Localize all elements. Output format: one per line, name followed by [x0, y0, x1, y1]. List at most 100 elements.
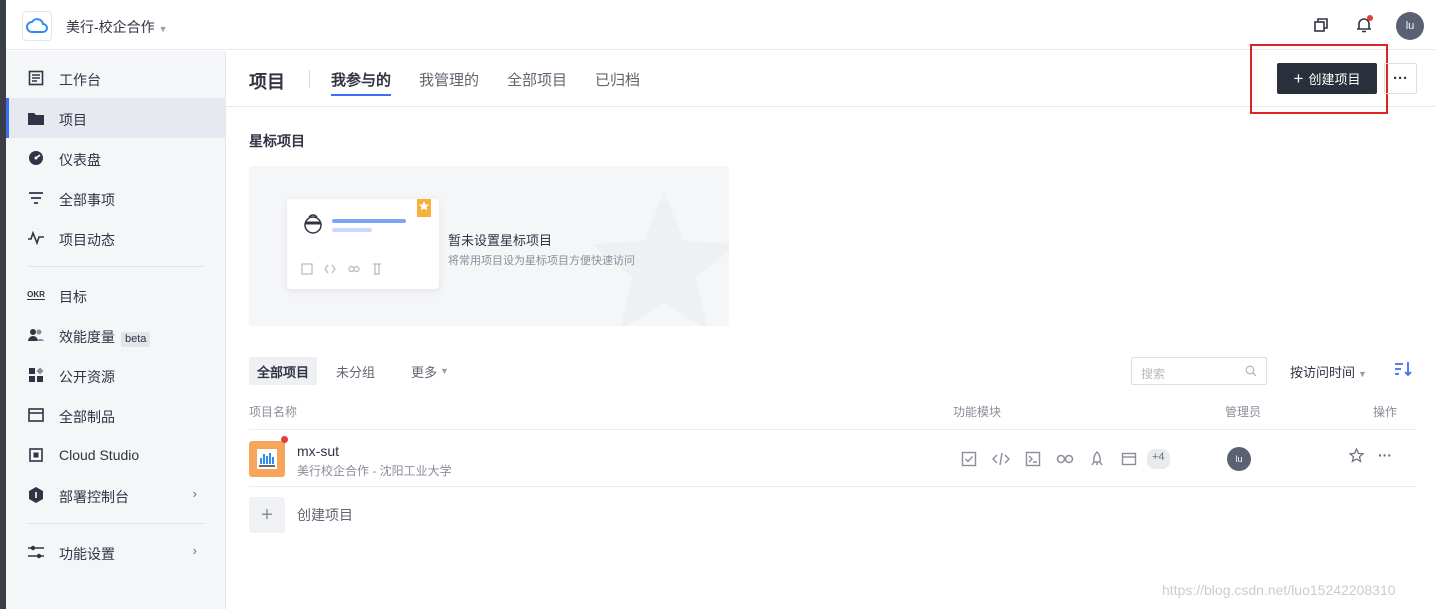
filter-tab-more-label: 更多 [411, 364, 438, 380]
sidebar-item-workbench[interactable]: 工作台 [6, 58, 225, 98]
copy-icon[interactable] [1311, 15, 1331, 35]
settings-icon [28, 544, 44, 560]
sidebar-item-label: 工作台 [59, 72, 101, 88]
star-icon[interactable] [1348, 447, 1365, 466]
sidebar-item-label: Cloud Studio [59, 447, 140, 463]
search-input[interactable]: 搜索 [1131, 357, 1267, 385]
tab-archived[interactable]: 已归档 [595, 69, 640, 90]
sidebar-item-okr[interactable]: OKR 目标 [6, 275, 225, 315]
sidebar-item-artifacts[interactable]: 全部制品 [6, 395, 225, 435]
sidebar-item-label: 全部制品 [59, 409, 115, 425]
okr-icon: OKR [26, 287, 46, 303]
star-badge-icon [417, 199, 431, 217]
row-actions: ··· [1348, 447, 1392, 466]
dashboard-icon [28, 70, 44, 86]
plus-icon: + [1293, 69, 1304, 88]
team-switcher[interactable]: 美行-校企合作 ▼ [66, 17, 168, 37]
column-header-actions: 操作 [1373, 405, 1398, 419]
sidebar-item-label: 目标 [59, 289, 87, 305]
sidebar-item-projects[interactable]: 项目 [6, 98, 225, 138]
create-project-button[interactable]: + 创建项目 [1277, 63, 1377, 94]
sort-order-icon[interactable] [1394, 361, 1412, 377]
starred-empty-subtitle: 将常用项目设为星标项目方便快速访问 [448, 255, 635, 267]
table-row[interactable]: mx-sut 美行校企合作 - 沈阳工业大学 +4 lu ··· [249, 429, 1416, 487]
bell-icon[interactable] [1354, 15, 1374, 35]
chevron-down-icon: ▼ [1358, 369, 1367, 379]
filter-icon [28, 190, 44, 206]
sidebar-item-label: 公开资源 [59, 369, 115, 385]
gauge-icon [28, 150, 44, 166]
starred-empty-title: 暂未设置星标项目 [448, 233, 553, 248]
filter-tab-all[interactable]: 全部项目 [249, 357, 318, 385]
plus-icon: + [249, 497, 285, 533]
watermark-text: https://blog.csdn.net/luo15242208310 [1162, 582, 1396, 598]
infinity-icon[interactable] [1049, 449, 1081, 469]
sidebar-divider [28, 523, 204, 524]
search-placeholder: 搜索 [1141, 367, 1166, 381]
sidebar-item-all-issues[interactable]: 全部事项 [6, 178, 225, 218]
header-divider [309, 70, 310, 88]
package-icon [28, 407, 44, 423]
tab-all-projects[interactable]: 全部项目 [507, 69, 567, 90]
tab-managed[interactable]: 我管理的 [419, 69, 479, 90]
sidebar-item-settings[interactable]: 功能设置 › [6, 532, 225, 572]
more-modules-badge[interactable]: +4 [1147, 449, 1170, 469]
app-logo-icon[interactable] [22, 11, 52, 41]
sort-dropdown[interactable]: 按访问时间 ▼ [1290, 362, 1367, 381]
project-status-dot [281, 436, 288, 443]
chevron-down-icon: ▼ [158, 24, 168, 34]
create-project-label: 创建项目 [297, 507, 353, 523]
column-header-name: 项目名称 [249, 405, 298, 419]
folder-icon [28, 110, 44, 126]
page-header: 项目 我参与的 我管理的 全部项目 已归档 + 创建项目 ··· [226, 44, 1436, 114]
create-project-button-label: 创建项目 [1308, 72, 1361, 87]
search-icon [1245, 365, 1257, 377]
user-avatar[interactable]: lu [1396, 12, 1424, 40]
sidebar-item-label: 项目 [59, 112, 87, 128]
checklist-icon[interactable] [953, 449, 985, 469]
okr-icon-text: OKR [27, 290, 45, 300]
starred-empty-state: 暂未设置星标项目 将常用项目设为星标项目方便快速访问 [249, 166, 729, 326]
more-horizontal-icon[interactable]: ··· [1378, 448, 1392, 466]
sidebar-item-project-activity[interactable]: 项目动态 [6, 218, 225, 258]
more-options-button[interactable]: ··· [1384, 63, 1417, 94]
users-icon [28, 327, 44, 343]
sidebar-item-cloud-studio[interactable]: Cloud Studio [6, 435, 225, 475]
tab-participated[interactable]: 我参与的 [331, 69, 392, 96]
starred-illustration [287, 199, 439, 289]
project-name[interactable]: mx-sut [297, 443, 339, 459]
team-name: 美行-校企合作 [66, 19, 155, 35]
create-project-row[interactable]: + 创建项目 [249, 497, 353, 533]
activity-icon [28, 230, 44, 246]
main-content: 项目 我参与的 我管理的 全部项目 已归档 + 创建项目 ··· 星标项目 暂未设… [226, 44, 1436, 609]
project-icon [249, 441, 285, 477]
sidebar-item-label: 项目动态 [59, 232, 115, 248]
column-header-modules: 功能模块 [953, 405, 1002, 419]
archive-icon[interactable] [1113, 449, 1145, 469]
code-icon[interactable] [985, 449, 1017, 469]
manager-avatar[interactable]: lu [1227, 447, 1251, 471]
sidebar: 工作台 项目 仪表盘 全部事项 项目动态 OKR 目标 效能度量 beta 公开资… [6, 51, 226, 609]
chevron-right-icon: › [192, 543, 197, 558]
placeholder-line [332, 219, 406, 223]
filter-tab-more[interactable]: 更多 ▼ [411, 357, 449, 385]
sidebar-item-label: 仪表盘 [59, 152, 101, 168]
terminal-icon[interactable] [1017, 449, 1049, 469]
rocket-icon[interactable] [1081, 449, 1113, 469]
sort-label: 按访问时间 [1290, 365, 1356, 380]
sidebar-item-public-resources[interactable]: 公开资源 [6, 355, 225, 395]
sidebar-item-deploy-console[interactable]: 部署控制台 › [6, 475, 225, 515]
sidebar-item-dashboards[interactable]: 仪表盘 [6, 138, 225, 178]
project-avatar-icon [304, 214, 322, 234]
module-list: +4 [953, 449, 1170, 469]
cloud-studio-icon [28, 447, 44, 463]
deploy-icon [28, 487, 44, 503]
sidebar-item-label: 效能度量 beta [59, 327, 151, 347]
sidebar-item-metrics[interactable]: 效能度量 beta [6, 315, 225, 355]
chevron-down-icon: ▼ [440, 366, 449, 376]
top-bar: 美行-校企合作 ▼ lu [0, 0, 1436, 609]
project-description: 美行校企合作 - 沈阳工业大学 [297, 464, 452, 478]
sidebar-item-label-text: 效能度量 [59, 329, 115, 345]
module-icons-placeholder [301, 263, 381, 275]
filter-tab-ungrouped[interactable]: 未分组 [336, 357, 375, 385]
